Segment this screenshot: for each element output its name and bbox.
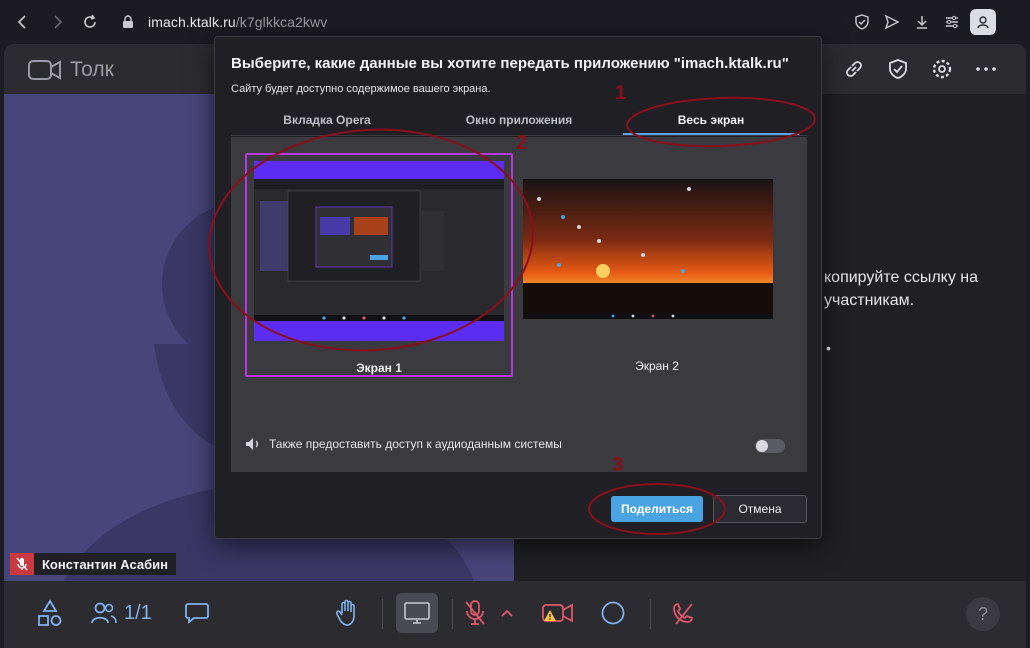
raise-hand-icon[interactable] bbox=[332, 595, 362, 631]
participant-nametag: Константин Асабин bbox=[10, 553, 176, 575]
screen-2-label: Экран 2 bbox=[635, 359, 679, 373]
cancel-button[interactable]: Отмена bbox=[713, 495, 807, 523]
more-icon[interactable] bbox=[973, 56, 999, 82]
settings-sliders-icon[interactable] bbox=[942, 12, 962, 32]
share-button[interactable]: Поделиться bbox=[611, 496, 703, 522]
address-bar[interactable]: imach.ktalk.ru/k7glkkca2kwv bbox=[148, 14, 327, 30]
tab-entire-screen[interactable]: Весь экран bbox=[615, 111, 807, 135]
profile-icon[interactable] bbox=[970, 9, 996, 35]
monitor-icon bbox=[404, 602, 430, 624]
screen-2-preview bbox=[523, 179, 773, 319]
download-icon[interactable] bbox=[912, 12, 932, 32]
chevron-up-icon[interactable] bbox=[500, 595, 514, 631]
people-icon bbox=[91, 602, 117, 624]
microphone-off-icon[interactable] bbox=[460, 595, 490, 631]
screen-option-2[interactable]: Экран 2 bbox=[523, 153, 791, 377]
toolbar-separator bbox=[452, 599, 453, 629]
brand-name: Толк bbox=[70, 58, 114, 81]
screen-1-label: Экран 1 bbox=[356, 361, 402, 375]
help-button[interactable]: ? bbox=[966, 597, 1000, 631]
annotation-number-2: 2 bbox=[516, 132, 528, 154]
participants-button[interactable]: 1/1 bbox=[90, 595, 152, 631]
camera-logo-icon bbox=[28, 60, 61, 80]
screen-share-button[interactable] bbox=[396, 593, 438, 633]
mic-muted-icon bbox=[10, 553, 34, 575]
shield-icon[interactable] bbox=[852, 12, 872, 32]
record-icon[interactable] bbox=[598, 595, 628, 631]
invite-line-2: участникам. bbox=[824, 292, 915, 309]
hang-up-icon[interactable] bbox=[668, 595, 698, 631]
screen-root: { "browser": { "url_host": "imach.ktalk.… bbox=[0, 0, 1030, 648]
shapes-icon[interactable] bbox=[34, 595, 66, 631]
screen-1-preview bbox=[254, 161, 504, 341]
participants-count: 1/1 bbox=[124, 601, 152, 624]
tab-opera-tab[interactable]: Вкладка Opera bbox=[231, 111, 423, 135]
invite-line-1: копируйте ссылку на bbox=[824, 269, 979, 286]
dialog-title: Выберите, какие данные вы хотите передат… bbox=[231, 55, 789, 72]
system-audio-option: Также предоставить доступ к аудиоданным … bbox=[245, 437, 562, 451]
call-toolbar: 1/1 ? bbox=[4, 581, 1026, 648]
participant-name: Константин Асабин bbox=[42, 556, 168, 572]
lock-icon[interactable] bbox=[118, 12, 138, 32]
forward-icon[interactable] bbox=[48, 12, 68, 32]
system-audio-label: Также предоставить доступ к аудиоданным … bbox=[269, 437, 562, 451]
brand-logo: Толк bbox=[28, 58, 114, 82]
annotation-number-1: 1 bbox=[615, 82, 627, 104]
dialog-subtitle: Сайту будет доступно содержимое вашего э… bbox=[231, 83, 491, 95]
annotation-number-3: 3 bbox=[612, 454, 624, 476]
camera-warning-icon[interactable] bbox=[540, 595, 576, 631]
chat-icon[interactable] bbox=[182, 595, 212, 631]
toolbar-separator bbox=[382, 599, 383, 629]
speaker-icon bbox=[246, 438, 258, 450]
toolbar-separator bbox=[650, 599, 651, 629]
system-audio-toggle[interactable] bbox=[755, 439, 785, 453]
shield-check-icon[interactable] bbox=[885, 56, 911, 82]
link-icon[interactable] bbox=[841, 56, 867, 82]
reload-icon[interactable] bbox=[80, 12, 100, 32]
screen-option-1[interactable]: Экран 1 bbox=[245, 153, 513, 377]
back-icon[interactable] bbox=[12, 12, 32, 32]
invite-text: копируйте ссылку на участникам. bbox=[824, 266, 978, 312]
gear-icon[interactable] bbox=[929, 56, 955, 82]
send-icon[interactable] bbox=[882, 12, 902, 32]
invite-fragment: • bbox=[826, 340, 831, 356]
screen-picker-panel: Экран 1 Экран 2 Также предоставить досту… bbox=[231, 137, 807, 472]
screen-share-dialog: Выберите, какие данные вы хотите передат… bbox=[214, 36, 822, 539]
